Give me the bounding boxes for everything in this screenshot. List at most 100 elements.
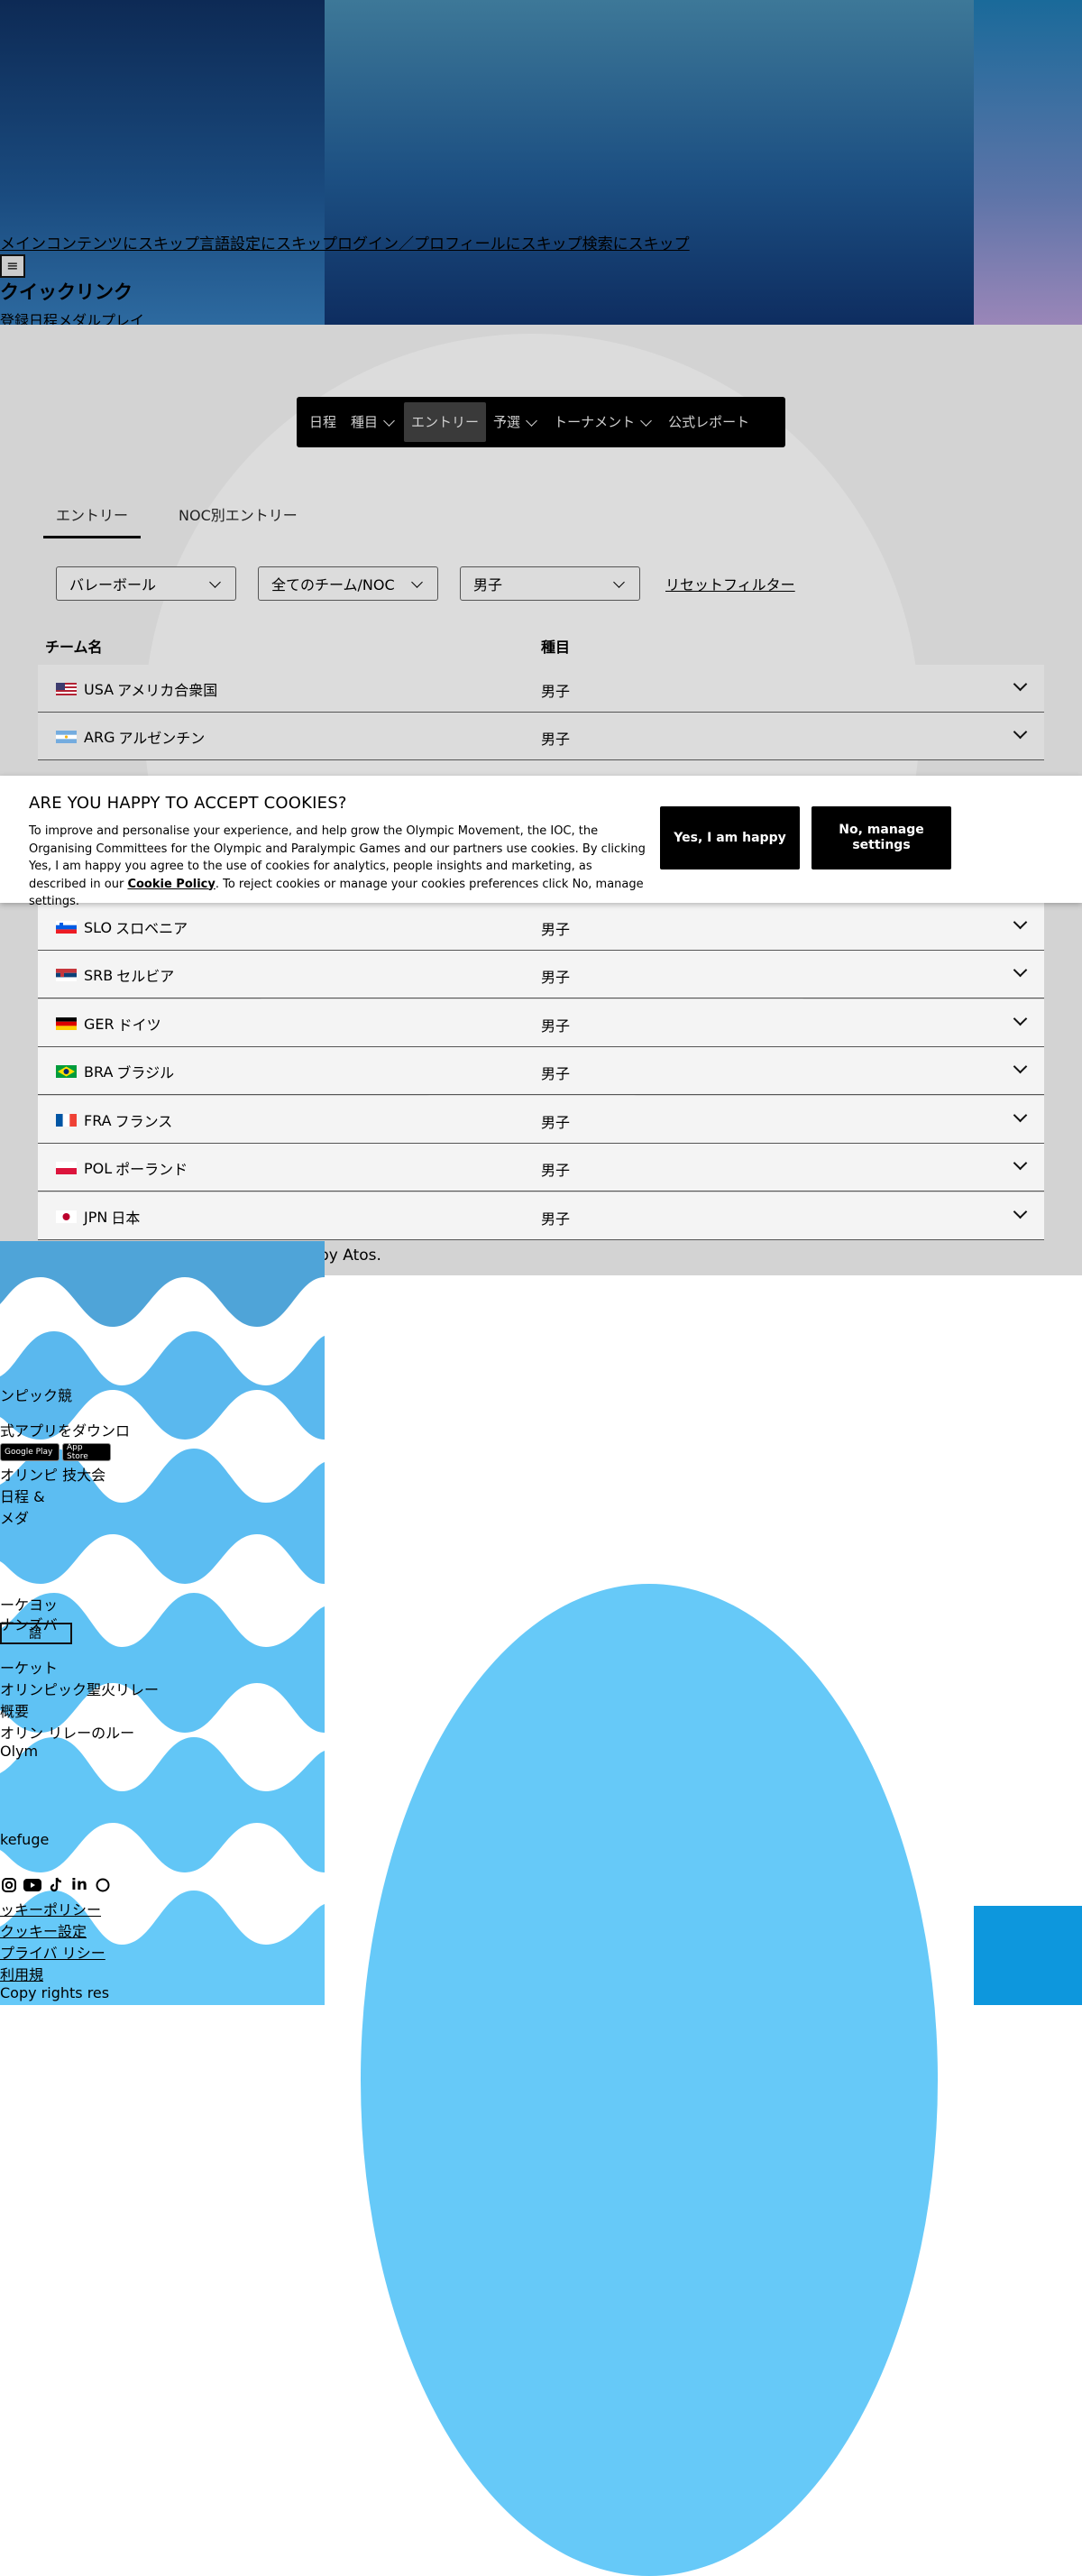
noc-filter-select[interactable]: 全てのチーム/NOC — [258, 566, 438, 601]
chevron-down-icon — [613, 575, 625, 588]
cookie-settings-link[interactable]: クッキー設定 — [0, 1923, 87, 1940]
chevron-down-icon — [209, 575, 221, 588]
chevron-down-icon[interactable] — [1013, 1155, 1028, 1171]
footer-schedule-link[interactable]: 日程 & — [0, 1485, 45, 1506]
team-name: フランス — [115, 1113, 173, 1130]
team-cell: USA アメリカ合衆国 — [56, 678, 217, 700]
tab-entries[interactable]: エントリー — [43, 496, 142, 538]
threads-icon[interactable] — [94, 1876, 112, 1894]
app-store-label: App Store — [67, 1443, 88, 1461]
footer-privacy[interactable]: プライバ リシー — [0, 1941, 105, 1963]
team-name: ドイツ — [117, 1017, 161, 1034]
flag-bra-icon — [56, 1064, 78, 1079]
chevron-down-icon — [640, 414, 652, 427]
skip-to-main-link[interactable]: メインコンテンツにスキップ — [0, 235, 199, 253]
flag-srb-icon — [56, 968, 78, 982]
team-cell: FRA フランス — [56, 1109, 172, 1131]
chevron-down-icon[interactable] — [1013, 1011, 1028, 1026]
nav-tournament-label: トーナメント — [554, 414, 636, 430]
skip-to-login-link[interactable]: ログイン／プロフィールにスキップ — [337, 235, 582, 253]
tab-noc-entries[interactable]: NOC別エントリー — [166, 496, 310, 538]
nav-official-report-label: 公式レポート — [668, 414, 750, 430]
chevron-down-icon[interactable] — [1013, 1204, 1028, 1219]
tiktok-icon[interactable] — [47, 1876, 65, 1894]
skip-links: メインコンテンツにスキップ言語設定にスキップログイン／プロフィールにスキップ検索… — [0, 231, 690, 253]
google-play-badge[interactable]: Google Play — [0, 1443, 60, 1461]
skip-to-search-link[interactable]: 検索にスキップ — [582, 235, 690, 253]
linkedin-icon[interactable]: in — [70, 1876, 88, 1894]
google-play-label: Google Play — [5, 1448, 53, 1457]
footer-decor-blob — [361, 1584, 938, 2576]
footer-safeguarding-link[interactable]: kefuge — [0, 1831, 49, 1848]
nav-official-report[interactable]: 公式レポート — [661, 402, 756, 442]
filter-bar: バレーボール 全てのチーム/NOC 男子 リセットフィルター — [56, 566, 795, 601]
footer-olympic-games-link[interactable]: オリンピ 技大会 — [0, 1463, 105, 1485]
hamburger-menu-button[interactable]: ≡ — [0, 254, 25, 278]
accept-cookies-button[interactable]: Yes, I am happy — [660, 806, 800, 869]
chevron-down-icon[interactable] — [1013, 962, 1028, 978]
nav-entries-label: エントリー — [411, 414, 480, 430]
team-row-pol[interactable]: POL ポーランド 男子 — [38, 1144, 1044, 1191]
team-code: ARG — [84, 728, 115, 746]
nav-entries[interactable]: エントリー — [404, 402, 487, 442]
footer-relay-route-link[interactable]: オリン リレーのルー — [0, 1721, 134, 1743]
cookie-policy-link[interactable]: Cookie Policy — [127, 878, 215, 891]
event-cell: 男子 — [541, 1162, 571, 1179]
footer-olympic-link[interactable]: Olym — [0, 1743, 38, 1760]
event-cell: 男子 — [541, 731, 571, 748]
team-cell: SLO スロベニア — [56, 916, 188, 938]
team-row-usa[interactable]: USA アメリカ合衆国 男子 — [38, 665, 1044, 713]
nav-schedule-label: 日程 — [309, 414, 337, 430]
footer-download-app-heading: 式アプリをダウンロ — [0, 1422, 131, 1440]
footer-market-link[interactable]: ーケット — [0, 1656, 58, 1678]
language-select[interactable]: 語 — [0, 1623, 72, 1644]
team-row-bra[interactable]: BRA ブラジル 男子 — [38, 1047, 1044, 1095]
column-header-event: 種目 — [541, 639, 571, 656]
event-cell: 男子 — [541, 683, 571, 700]
team-cell: GER ドイツ — [56, 1013, 161, 1035]
team-code: BRA — [84, 1063, 114, 1081]
terms-of-use-link[interactable]: 利用規 — [0, 1966, 43, 1983]
chevron-down-icon[interactable] — [1013, 1108, 1028, 1123]
nav-events-label: 種目 — [351, 414, 379, 430]
cookie-banner-text: To improve and personalise your experien… — [29, 823, 651, 911]
team-name: ポーランド — [115, 1161, 188, 1178]
nav-events[interactable]: 種目 — [344, 402, 404, 442]
footer-link-a[interactable]: ーケヨッ — [0, 1593, 58, 1615]
chevron-down-icon — [383, 414, 395, 427]
footer-cookie-settings[interactable]: クッキー設定 — [0, 1919, 87, 1941]
nav-schedule[interactable]: 日程 — [302, 402, 344, 442]
event-cell: 男子 — [541, 1065, 571, 1082]
team-cell: JPN 日本 — [56, 1206, 140, 1228]
skip-to-language-link[interactable]: 言語設定にスキップ — [199, 235, 337, 253]
gender-filter-select[interactable]: 男子 — [460, 566, 640, 601]
team-code: GER — [84, 1015, 115, 1033]
cookie-policy-footer-link[interactable]: ッキーポリシー — [0, 1901, 101, 1918]
instagram-icon[interactable] — [0, 1876, 18, 1894]
event-cell: 男子 — [541, 921, 571, 938]
footer-cookie-policy-link[interactable]: ッキーポリシー — [0, 1898, 101, 1919]
footer-medals-link[interactable]: メダ — [0, 1506, 29, 1528]
footer-terms[interactable]: 利用規 — [0, 1963, 43, 1984]
youtube-icon[interactable] — [23, 1876, 41, 1894]
privacy-policy-link[interactable]: プライバ リシー — [0, 1945, 105, 1962]
sport-filter-select[interactable]: バレーボール — [56, 566, 236, 601]
sport-nav-bar: 日程 種目 エントリー 予選 トーナメント 公式レポート — [297, 397, 785, 447]
team-row-srb[interactable]: SRB セルビア 男子 — [38, 951, 1044, 998]
team-row-ger[interactable]: GER ドイツ 男子 — [38, 999, 1044, 1047]
chevron-down-icon[interactable] — [1013, 676, 1028, 692]
manage-cookies-button[interactable]: No, manage settings — [812, 806, 951, 869]
team-row-fra[interactable]: FRA フランス 男子 — [38, 1096, 1044, 1144]
reset-filters-link[interactable]: リセットフィルター — [665, 573, 795, 594]
team-row-arg[interactable]: ARG アルゼンチン 男子 — [38, 713, 1044, 760]
app-store-badge[interactable]: App Store — [62, 1443, 111, 1461]
footer-overview-link[interactable]: 概要 — [0, 1699, 29, 1721]
chevron-down-icon[interactable] — [1013, 915, 1028, 930]
nav-tournament[interactable]: トーナメント — [546, 402, 661, 442]
team-cell: BRA ブラジル — [56, 1061, 174, 1082]
team-row-jpn[interactable]: JPN 日本 男子 — [38, 1192, 1044, 1240]
chevron-down-icon[interactable] — [1013, 724, 1028, 740]
nav-qualifiers[interactable]: 予選 — [486, 402, 546, 442]
team-code: JPN — [84, 1208, 108, 1226]
chevron-down-icon[interactable] — [1013, 1059, 1028, 1074]
